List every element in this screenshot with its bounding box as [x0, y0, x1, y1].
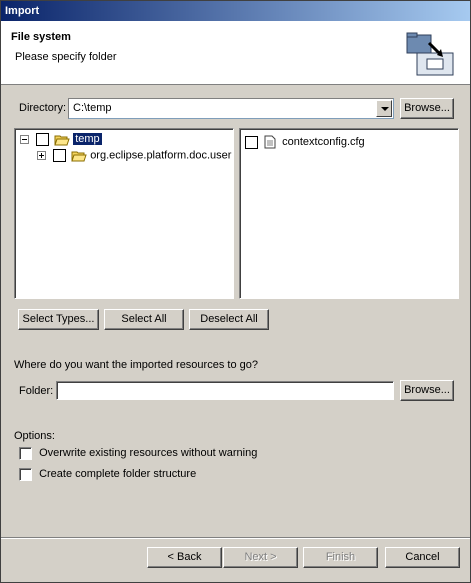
directory-value: C:\temp — [73, 102, 112, 114]
banner-title: File system — [11, 31, 71, 43]
folder-browse-button[interactable]: Browse... — [400, 380, 454, 401]
cancel-button[interactable]: Cancel — [385, 547, 460, 568]
tree-node-checkbox[interactable] — [53, 149, 67, 162]
chevron-down-icon[interactable] — [376, 100, 392, 117]
folder-label: Folder: — [19, 385, 54, 397]
file-checkbox[interactable] — [245, 135, 258, 149]
overwrite-label: Overwrite existing resources without war… — [39, 447, 258, 460]
overwrite-checkbox[interactable] — [19, 447, 32, 460]
options-heading: Options: — [14, 430, 55, 442]
text-file-icon — [264, 135, 276, 149]
select-types-button[interactable]: Select Types... — [18, 309, 99, 330]
folder-input[interactable] — [56, 381, 394, 400]
directory-browse-button[interactable]: Browse... — [400, 98, 454, 119]
directory-combo[interactable]: C:\temp — [68, 98, 394, 119]
back-button[interactable]: < Back — [147, 547, 222, 568]
import-folder-wizard-icon — [406, 32, 454, 76]
overwrite-option[interactable]: Overwrite existing resources without war… — [19, 447, 257, 463]
tree-node-label: org.eclipse.platform.doc.user — [90, 149, 232, 162]
tree-node-label: temp — [73, 133, 102, 146]
deselect-all-button[interactable]: Deselect All — [189, 309, 269, 330]
list-item[interactable]: contextconfig.cfg — [245, 135, 365, 151]
open-folder-icon — [71, 151, 87, 161]
folder-tree[interactable]: temp org.eclipse.platform.doc.user — [14, 128, 234, 299]
tree-node-temp[interactable]: temp — [20, 133, 102, 149]
destination-prompt: Where do you want the imported resources… — [14, 359, 258, 371]
footer-separator — [1, 537, 470, 539]
finish-button[interactable]: Finish — [303, 547, 378, 568]
create-structure-checkbox[interactable] — [19, 468, 32, 481]
file-list[interactable]: contextconfig.cfg — [239, 128, 459, 299]
expand-icon[interactable] — [37, 151, 46, 160]
directory-label: Directory: — [19, 102, 67, 114]
create-structure-option[interactable]: Create complete folder structure — [19, 468, 196, 484]
open-folder-icon — [54, 135, 70, 145]
create-structure-label: Create complete folder structure — [39, 468, 197, 481]
collapse-icon[interactable] — [20, 135, 29, 144]
tree-node-temp-checkbox[interactable] — [36, 133, 50, 146]
next-button[interactable]: Next > — [223, 547, 298, 568]
wizard-banner: File system Please specify folder — [1, 21, 470, 85]
file-name: contextconfig.cfg — [282, 135, 365, 148]
dialog-title: Import — [1, 1, 470, 21]
tree-node-org-eclipse-platform-doc-user[interactable]: org.eclipse.platform.doc.user — [37, 149, 231, 165]
banner-message: Please specify folder — [15, 51, 117, 63]
select-all-button[interactable]: Select All — [104, 309, 184, 330]
import-dialog: Import File system Please specify folder… — [0, 0, 471, 583]
